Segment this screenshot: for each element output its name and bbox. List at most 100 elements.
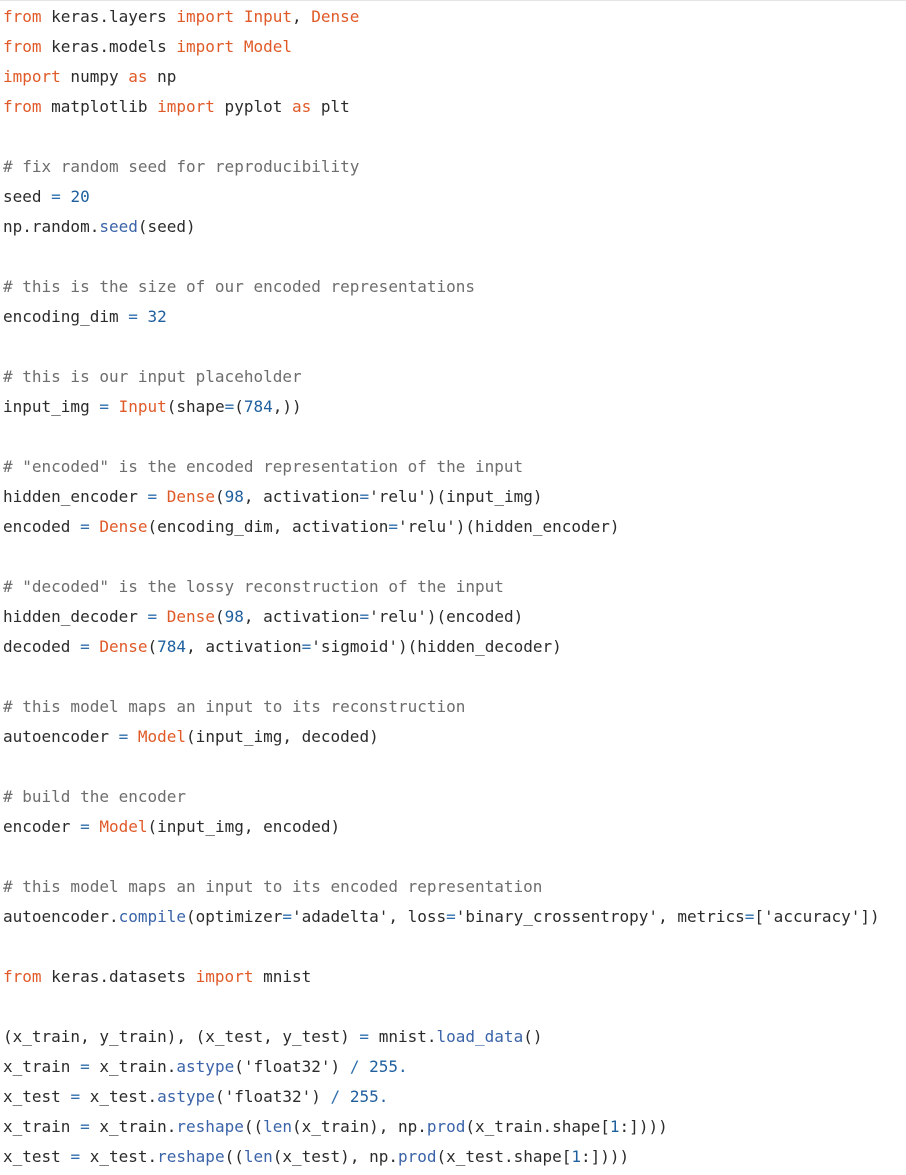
code-token: = bbox=[744, 907, 755, 926]
code-token: x_test bbox=[3, 1147, 71, 1166]
code-line: encoded = Dense(encoding_dim, activation… bbox=[3, 512, 880, 542]
code-token: 'relu' bbox=[397, 517, 456, 536]
code-token: Model bbox=[137, 727, 187, 746]
code-token: x_test bbox=[3, 1087, 71, 1106]
code-token: , activation bbox=[243, 487, 360, 506]
code-line: ​ bbox=[3, 842, 880, 872]
code-line: # this model maps an input to its recons… bbox=[3, 692, 880, 722]
code-token: / bbox=[330, 1087, 341, 1106]
code-line: hidden_encoder = Dense(98, activation='r… bbox=[3, 482, 880, 512]
code-token: )(encoded) bbox=[426, 607, 524, 626]
code-line: from keras.datasets import mnist bbox=[3, 962, 880, 992]
code-line: encoding_dim = 32 bbox=[3, 302, 880, 332]
code-token: 98 bbox=[224, 607, 244, 626]
code-token: ( bbox=[234, 397, 244, 416]
code-token: 'relu' bbox=[369, 607, 427, 626]
code-token: # this is the size of our encoded repres… bbox=[3, 277, 476, 296]
code-token: (x_test.shape[ bbox=[436, 1147, 572, 1166]
code-token: 'binary_crossentropy' bbox=[455, 907, 659, 926]
code-token: 'relu' bbox=[369, 487, 427, 506]
code-token: x_test. bbox=[80, 1147, 158, 1166]
code-token: = bbox=[282, 907, 292, 926]
code-token: 20 bbox=[70, 187, 90, 206]
code-token: keras.datasets bbox=[41, 967, 196, 986]
code-token: ( bbox=[214, 1087, 225, 1106]
code-line: autoencoder.compile(optimizer='adadelta'… bbox=[3, 902, 880, 932]
code-token: (input_img, encoded) bbox=[147, 817, 341, 836]
code-token: 'accuracy' bbox=[764, 907, 861, 926]
code-token: )(hidden_decoder) bbox=[398, 637, 562, 656]
code-line: np.random.seed(seed) bbox=[3, 212, 880, 242]
code-token: from bbox=[3, 967, 42, 986]
code-token: (x_train.shape[ bbox=[465, 1117, 610, 1136]
code-token: = bbox=[99, 397, 109, 416]
code-token: ( bbox=[147, 637, 158, 656]
code-token: / bbox=[349, 1057, 360, 1076]
code-token: len bbox=[243, 1147, 273, 1166]
code-line: ​ bbox=[3, 992, 880, 1022]
code-token: Dense bbox=[311, 7, 360, 26]
code-token: mnist bbox=[253, 967, 312, 986]
code-line: from keras.models import Model bbox=[3, 32, 880, 62]
code-token: 255. bbox=[349, 1087, 389, 1106]
code-token: 32 bbox=[147, 307, 167, 326]
code-token: , activation bbox=[186, 637, 302, 656]
code-token: pyplot bbox=[214, 97, 292, 116]
code-token: np.random. bbox=[3, 217, 100, 236]
code-token: 98 bbox=[224, 487, 244, 506]
code-token: (optimizer bbox=[186, 907, 283, 926]
code-token: = bbox=[359, 607, 370, 626]
code-token: np bbox=[147, 67, 177, 86]
code-token: Dense bbox=[99, 517, 148, 536]
code-token: (input_img, decoded) bbox=[186, 727, 379, 746]
code-line: input_img = Input(shape=(784,)) bbox=[3, 392, 880, 422]
code-token: hidden_decoder bbox=[3, 607, 148, 626]
code-token: = bbox=[80, 517, 90, 536]
code-token: decoded bbox=[3, 637, 81, 656]
code-token: = bbox=[51, 187, 61, 206]
code-token: reshape bbox=[176, 1117, 244, 1136]
code-token: keras.models bbox=[41, 37, 177, 56]
code-token: ) bbox=[311, 1087, 331, 1106]
code-token: ) bbox=[330, 1057, 350, 1076]
code-token: = bbox=[70, 1147, 81, 1166]
code-token: x_train. bbox=[89, 1117, 177, 1136]
code-token: , metrics bbox=[658, 907, 745, 926]
code-token: # fix random seed for reproducibility bbox=[3, 157, 360, 176]
code-token: :]))) bbox=[581, 1147, 630, 1166]
code-token: len bbox=[263, 1117, 293, 1136]
code-line: ​ bbox=[3, 242, 880, 272]
code-token: = bbox=[80, 637, 90, 656]
code-token: # "decoded" is the lossy reconstruction … bbox=[3, 577, 504, 596]
code-token: = bbox=[128, 307, 138, 326]
code-token: = bbox=[359, 1027, 370, 1046]
code-line: (x_train, y_train), (x_test, y_test) = m… bbox=[3, 1022, 880, 1052]
code-token: ( bbox=[234, 1057, 244, 1076]
code-line: ​ bbox=[3, 752, 880, 782]
code-token: = bbox=[80, 817, 90, 836]
code-token: encoding_dim bbox=[3, 307, 129, 326]
code-token: (x_train), np. bbox=[292, 1117, 427, 1136]
code-token: import bbox=[157, 97, 215, 116]
code-token: encoded bbox=[3, 517, 81, 536]
code-token: 255. bbox=[369, 1057, 408, 1076]
code-token: , activation bbox=[243, 607, 360, 626]
code-token: Dense bbox=[99, 637, 148, 656]
code-line: seed = 20 bbox=[3, 182, 880, 212]
code-token: x_train bbox=[3, 1057, 81, 1076]
code-token: from bbox=[3, 37, 42, 56]
code-token: () bbox=[523, 1027, 543, 1046]
code-token: import bbox=[176, 37, 235, 56]
code-token: mnist. bbox=[369, 1027, 437, 1046]
code-token: = bbox=[446, 907, 456, 926]
code-token: ( bbox=[214, 487, 225, 506]
code-line: # this is our input placeholder bbox=[3, 362, 880, 392]
code-line: hidden_decoder = Dense(98, activation='r… bbox=[3, 602, 880, 632]
code-token: (x_train, y_train), (x_test, y_test) bbox=[3, 1027, 360, 1046]
